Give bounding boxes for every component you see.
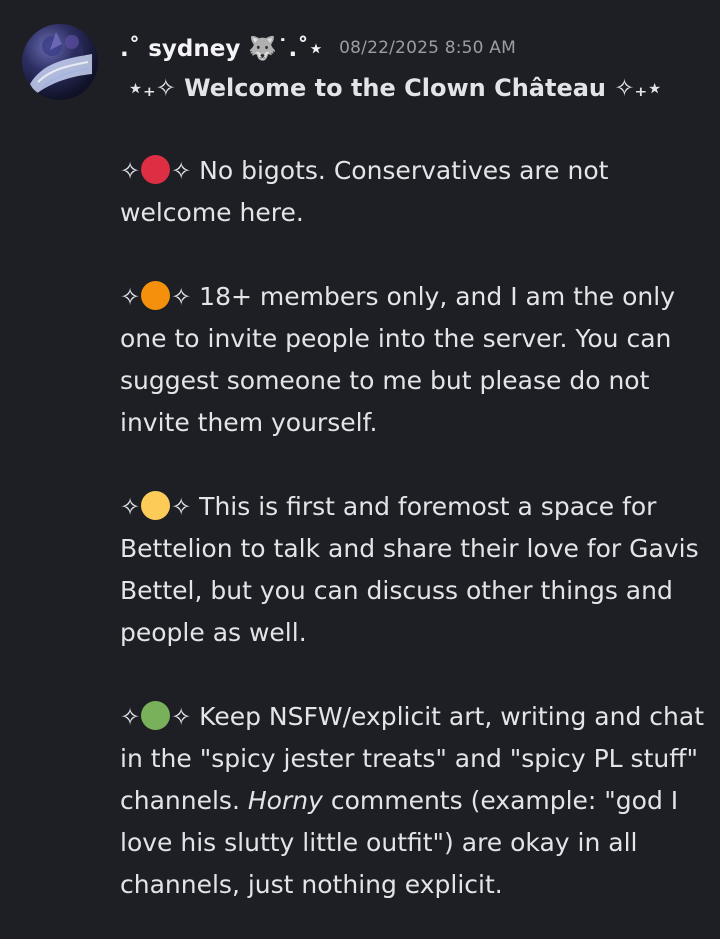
sparkle-icon: ✧ xyxy=(171,493,192,521)
yellow-circle-icon xyxy=(141,491,171,520)
rule-item: ✧ ✧ No bigots. Conservatives are not welc… xyxy=(120,150,705,234)
rule-text: This is first and foremost a space for B… xyxy=(120,492,699,647)
rule-text: 18+ members only, and I am the only one … xyxy=(120,282,676,437)
sparkle-icon: ✧ xyxy=(171,703,192,731)
sparkle-icon: ✧ xyxy=(171,283,192,311)
sparkle-icon: ✧ xyxy=(120,703,141,731)
sparkle-icon: ✧ xyxy=(171,157,192,185)
message-content: ⋆₊✧ Welcome to the Clown Château ✧₊⋆ ✧ ✧ … xyxy=(120,68,705,906)
rule-item: ✧ ✧ This is first and foremost a space fo… xyxy=(120,486,705,654)
sparkle-icon: ✧ xyxy=(120,157,141,185)
red-circle-icon xyxy=(141,155,171,184)
sparkle-icon: ✧ xyxy=(120,493,141,521)
user-avatar[interactable] xyxy=(22,24,98,100)
chat-message: .˚ sydney 🐺˙.˚⋆ 08/22/2025 8:50 AM ⋆₊✧ W… xyxy=(0,0,720,939)
orange-circle-icon xyxy=(141,281,171,310)
avatar-artwork-icon xyxy=(30,32,92,94)
timestamp: 08/22/2025 8:50 AM xyxy=(339,38,517,58)
rule-text: No bigots. Conservatives are not welcome… xyxy=(120,156,609,227)
username[interactable]: .˚ sydney 🐺˙.˚⋆ xyxy=(120,35,323,62)
rule-item: ✧ ✧ 18+ members only, and I am the only o… xyxy=(120,276,705,444)
sparkle-icon: ✧ xyxy=(120,283,141,311)
rule-item: ✧ ✧ Keep NSFW/explicit art, writing and c… xyxy=(120,696,705,906)
message-title: ⋆₊✧ Welcome to the Clown Château ✧₊⋆ xyxy=(128,74,663,102)
message-header: .˚ sydney 🐺˙.˚⋆ 08/22/2025 8:50 AM xyxy=(120,28,516,68)
green-circle-icon xyxy=(141,701,171,730)
rule-text-italic: Horny xyxy=(247,786,323,815)
